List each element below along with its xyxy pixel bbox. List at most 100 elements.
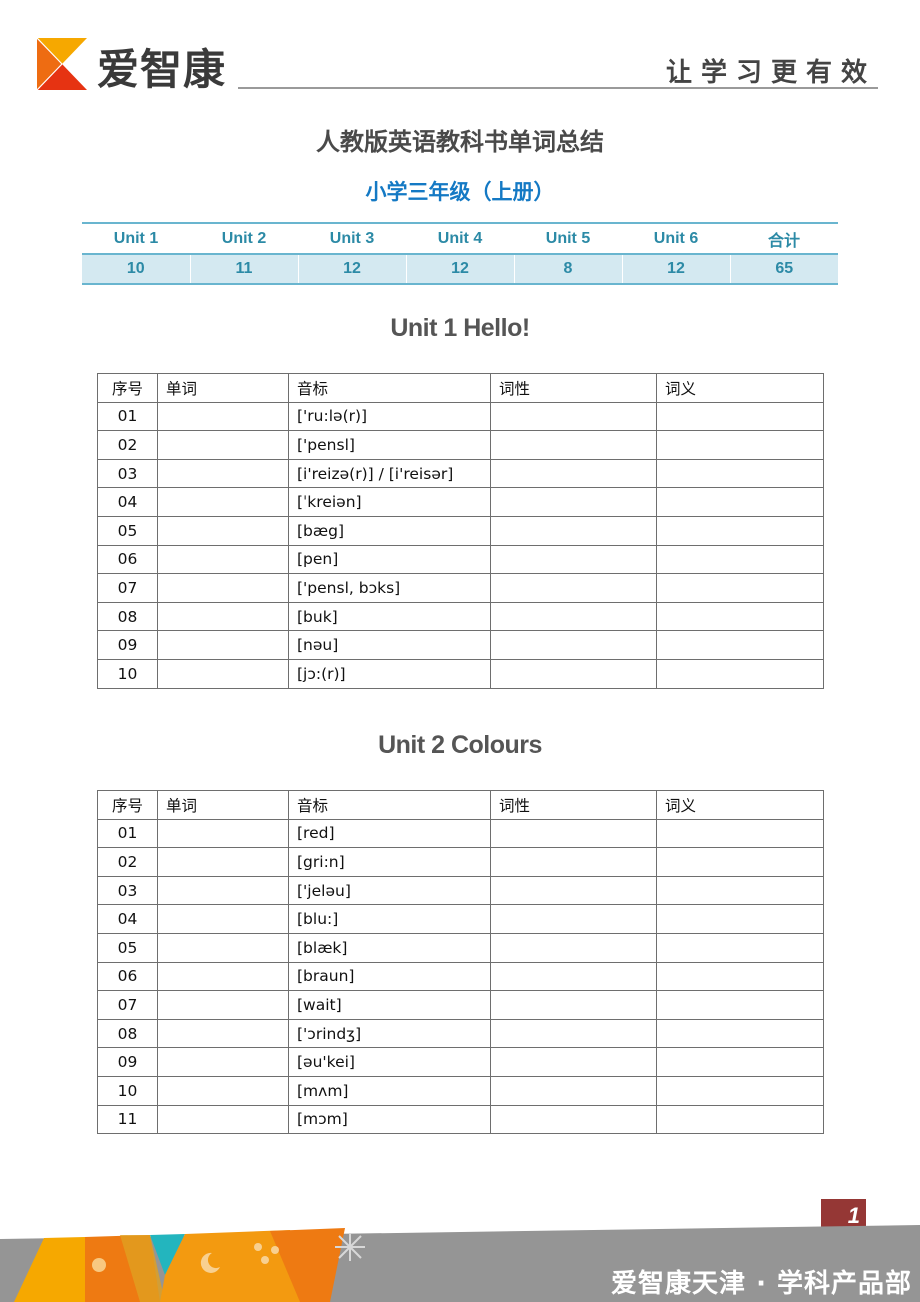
vocab-pos-cell [490, 544, 657, 575]
summary-header-cell: Unit 1 [82, 222, 190, 254]
vocab-meaning-cell [656, 1018, 824, 1049]
vocab-word-cell [157, 961, 289, 992]
vocab-number-cell: 09 [97, 1047, 158, 1077]
summary-header-cell: Unit 4 [406, 222, 514, 254]
vocab-meaning-cell [656, 544, 824, 575]
summary-count-cell: 10 [82, 253, 190, 285]
summary-header-cell: Unit 5 [514, 222, 622, 254]
vocab-pos-cell [490, 430, 657, 460]
unit-2-title: Unit 2 Colours [378, 731, 542, 759]
vocab-phonetic-cell: [blæk] [288, 932, 491, 963]
vocab-pos-cell [490, 932, 657, 963]
vocab-row: 05 [blæk] [97, 932, 824, 963]
vocab-row: 08 [buk] [97, 601, 824, 632]
vocab-number-cell: 01 [97, 401, 158, 432]
vocab-row: 07 ['pensl, bɔks] [97, 573, 824, 603]
vocab-meaning-cell [656, 658, 824, 689]
footer-org-text: 爱智康天津 · 学科产品部 [611, 1269, 912, 1299]
vocab-meaning-cell [656, 401, 824, 432]
vocab-phonetic-cell: ['ru:lə(r)] [288, 401, 491, 432]
vocab-meaning-cell [656, 990, 824, 1020]
vocab-meaning-cell [656, 515, 824, 546]
vocab-number-cell: 06 [97, 544, 158, 575]
vocab-header-row: 序号 单词 音标 词性 词义 [97, 373, 824, 403]
vocab-word-cell [157, 875, 289, 906]
summary-header-cell: Unit 3 [298, 222, 406, 254]
vocab-number-cell: 03 [97, 875, 158, 906]
vocab-meaning-cell [656, 875, 824, 906]
summary-count-cell: 8 [513, 253, 622, 285]
vocab-pos-cell [490, 573, 657, 603]
vocab-word-cell [157, 544, 289, 575]
summary-count-cell: 11 [189, 253, 298, 285]
vocab-row: 02 [gri:n] [97, 847, 824, 877]
vocab-row: 10 [jɔ:(r)] [97, 658, 824, 689]
vocab-column-header: 音标 [288, 790, 491, 820]
molecule-icon [254, 1243, 262, 1251]
vocab-row: 01 ['ru:lə(r)] [97, 401, 824, 432]
vocab-pos-cell [490, 961, 657, 992]
vocab-pos-cell [490, 630, 657, 660]
vocab-meaning-cell [656, 630, 824, 660]
vocab-column-header: 词义 [656, 790, 824, 820]
vocab-pos-cell [490, 904, 657, 934]
vocab-row: 09 [nəu] [97, 630, 824, 660]
vocab-column-header: 单词 [157, 790, 289, 820]
vocab-meaning-cell [656, 1047, 824, 1077]
vocab-row: 04 [ˈkreiən] [97, 487, 824, 517]
vocab-pos-cell [490, 458, 657, 489]
vocab-number-cell: 08 [97, 601, 158, 632]
vocab-number-cell: 01 [97, 818, 158, 849]
vocab-row: 10 [mʌm] [97, 1075, 824, 1106]
vocab-column-header: 词性 [490, 790, 657, 820]
vocab-phonetic-cell: ['jeləu] [288, 875, 491, 906]
vocab-header-row: 序号 单词 音标 词性 词义 [97, 790, 824, 820]
vocab-pos-cell [490, 658, 657, 689]
vocab-meaning-cell [656, 961, 824, 992]
vocab-pos-cell [490, 847, 657, 877]
vocab-row: 04 [blu:] [97, 904, 824, 934]
vocab-word-cell [157, 487, 289, 517]
vocab-phonetic-cell: ['pensl] [288, 430, 491, 460]
vocab-pos-cell [490, 1104, 657, 1135]
vocab-number-cell: 06 [97, 961, 158, 992]
vocab-pos-cell [490, 875, 657, 906]
document-title: 人教版英语教科书单词总结 [316, 128, 604, 156]
vocab-pos-cell [490, 1047, 657, 1077]
vocab-word-cell [157, 601, 289, 632]
vocab-column-header: 音标 [288, 373, 491, 403]
vocab-phonetic-cell: [i'reizə(r)] / [i'reisər] [288, 458, 491, 489]
vocab-phonetic-cell: [ˈkreiən] [288, 487, 491, 517]
vocab-number-cell: 10 [97, 1075, 158, 1106]
vocab-phonetic-cell: [mɔm] [288, 1104, 491, 1135]
vocab-phonetic-cell: [gri:n] [288, 847, 491, 877]
vocab-word-cell [157, 630, 289, 660]
vocab-word-cell [157, 904, 289, 934]
summary-count-cell: 12 [405, 253, 514, 285]
brand-name: 爱智康 [97, 45, 227, 94]
vocab-row: 08 ['ɔrindʒ] [97, 1018, 824, 1049]
summary-count-cell: 12 [297, 253, 406, 285]
vocab-column-header: 单词 [157, 373, 289, 403]
vocab-word-cell [157, 401, 289, 432]
vocab-row: 09 [əu'kei] [97, 1047, 824, 1077]
vocab-word-cell [157, 990, 289, 1020]
vocab-pos-cell [490, 601, 657, 632]
vocab-number-cell: 10 [97, 658, 158, 689]
vocab-row: 06 [braun] [97, 961, 824, 992]
vocab-meaning-cell [656, 1104, 824, 1135]
vocab-pos-cell [490, 1075, 657, 1106]
vocab-column-header: 序号 [97, 790, 158, 820]
lightbulb-icon [92, 1258, 106, 1272]
vocab-word-cell [157, 1075, 289, 1106]
unit-2-vocab-table: 序号 单词 音标 词性 词义 01 [red] 02 [gri:n] 03 ['jeləu] 04 [b… [97, 790, 824, 1135]
vocab-column-header: 序号 [97, 373, 158, 403]
vocab-phonetic-cell: [blu:] [288, 904, 491, 934]
vocab-phonetic-cell: [jɔ:(r)] [288, 658, 491, 689]
vocab-row: 06 [pen] [97, 544, 824, 575]
vocab-phonetic-cell: [bæg] [288, 515, 491, 546]
vocab-word-cell [157, 932, 289, 963]
summary-header-row: Unit 1 Unit 2 Unit 3 Unit 4 Unit 5 Unit … [82, 222, 838, 254]
summary-table: Unit 1 Unit 2 Unit 3 Unit 4 Unit 5 Unit … [82, 222, 838, 285]
vocab-word-cell [157, 458, 289, 489]
